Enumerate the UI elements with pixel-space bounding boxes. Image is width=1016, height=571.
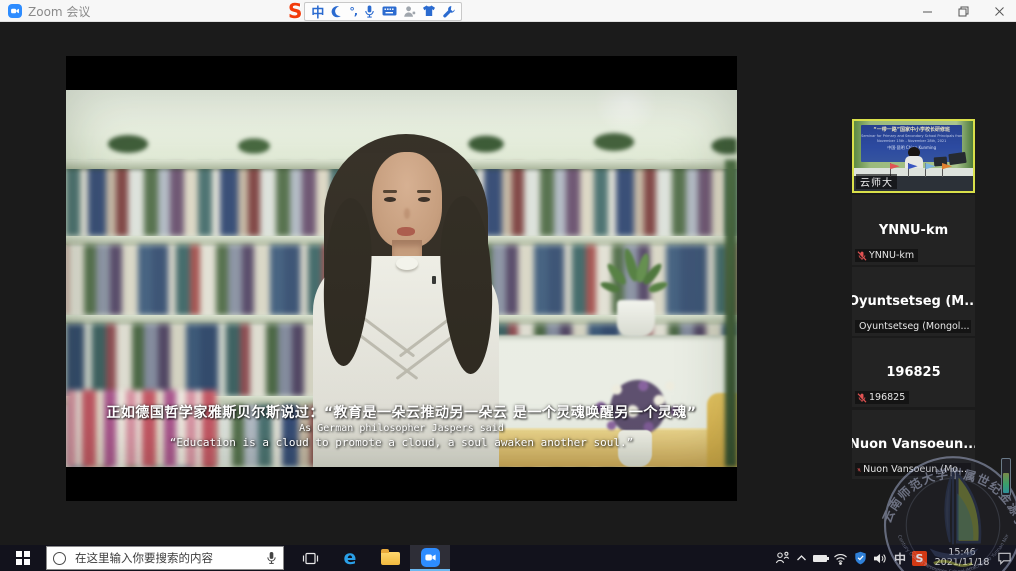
input-language-indicator[interactable]: 中: [894, 545, 906, 571]
ime-punctuation-icon[interactable]: °,: [349, 3, 357, 19]
subtitle-english-1: As German philosopher Jaspers said: [66, 423, 737, 434]
volume-icon[interactable]: [873, 545, 888, 571]
zoom-camera-icon: [421, 548, 440, 567]
participant-tile[interactable]: 196825 196825: [852, 338, 975, 407]
participants-scrollbar[interactable]: [1001, 458, 1011, 496]
folder-icon: [381, 552, 400, 565]
taskbar-clock[interactable]: 15:46 2021/11/18: [933, 548, 991, 569]
task-view-button[interactable]: [290, 545, 330, 571]
ime-skin-icon[interactable]: [422, 3, 436, 19]
participant-label: Oyuntsetseg (Mongol...: [855, 320, 971, 333]
participant-label: Nuon Vansoeun (Mo...: [855, 463, 971, 476]
shared-video-frame[interactable]: 正如德国哲学家雅斯贝尔斯说过：“教育是一朵云推动另一朵云 是一个灵魂唤醒另一个灵…: [66, 56, 737, 501]
mic-muted-icon: [857, 251, 867, 261]
edge-icon: e: [344, 549, 357, 568]
ime-toolbar: S 中 °,: [288, 1, 462, 21]
people-icon[interactable]: [775, 545, 790, 571]
mic-muted-icon: [857, 393, 867, 403]
zoom-meeting-window: Zoom 会议 S 中 °,: [0, 0, 1016, 571]
maximize-icon[interactable]: [956, 4, 970, 18]
search-mic-icon[interactable]: [266, 551, 277, 565]
hidden-icons-chevron[interactable]: [796, 545, 807, 571]
zoom-logo-icon: [8, 4, 22, 18]
video-subtitles: 正如德国哲学家雅斯贝尔斯说过：“教育是一朵云推动另一朵云 是一个灵魂唤醒另一个灵…: [66, 402, 737, 449]
search-input[interactable]: [73, 550, 259, 566]
windows-logo-icon: [16, 551, 31, 566]
file-explorer-button[interactable]: [370, 545, 410, 571]
window-title: Zoom 会议: [28, 3, 90, 20]
subtitle-english-2: “Education is a cloud to promote a cloud…: [66, 436, 737, 449]
active-speaker-tile[interactable]: “一带一路”国家中小学校长研修班 Seminar for Primary and…: [852, 119, 975, 193]
battery-icon[interactable]: [813, 545, 827, 571]
minimize-icon[interactable]: [920, 4, 934, 18]
ime-fullwidth-moon-icon[interactable]: [330, 3, 343, 19]
sogou-tray-icon[interactable]: S: [912, 545, 927, 571]
participant-tile[interactable]: Nuon Vansoeun... Nuon Vansoeun (Mo...: [852, 410, 975, 479]
taskbar-search-box[interactable]: [46, 546, 284, 570]
windows-taskbar: e: [0, 545, 1016, 571]
meeting-main-area: 正如德国哲学家雅斯贝尔斯说过：“教育是一朵云推动另一朵云 是一个灵魂唤醒另一个灵…: [0, 22, 1016, 545]
ime-tools-icon[interactable]: [442, 3, 455, 19]
participant-label: YNNU-km: [855, 249, 918, 262]
ime-account-icon[interactable]: [403, 3, 416, 19]
ime-chinese-mode-icon[interactable]: 中: [311, 3, 324, 19]
action-center-icon[interactable]: [997, 545, 1012, 571]
participant-tile[interactable]: Oyuntsetseg (M... Oyuntsetseg (Mongol...: [852, 267, 975, 336]
clock-date: 2021/11/18: [933, 558, 991, 569]
cortana-icon: [53, 552, 66, 565]
wifi-icon[interactable]: [833, 545, 848, 571]
security-shield-icon[interactable]: [854, 545, 867, 571]
start-button[interactable]: [0, 545, 46, 571]
scrollbar-thumb[interactable]: [1003, 473, 1009, 493]
zoom-app-button[interactable]: [410, 545, 450, 571]
active-speaker-label: 云师大: [856, 174, 897, 189]
edge-browser-button[interactable]: e: [330, 545, 370, 571]
participant-label: 196825: [855, 391, 909, 404]
mic-muted-icon: [857, 465, 861, 475]
window-titlebar: Zoom 会议: [0, 0, 1016, 22]
sogou-logo-icon[interactable]: S: [288, 2, 302, 20]
close-icon[interactable]: [992, 4, 1006, 18]
ime-voice-icon[interactable]: [363, 3, 376, 19]
participant-tile[interactable]: YNNU-km YNNU-km: [852, 195, 975, 265]
active-speaker-video: “一带一路”国家中小学校长研修班 Seminar for Primary and…: [854, 121, 973, 191]
subtitle-chinese: 正如德国哲学家雅斯贝尔斯说过：“教育是一朵云推动另一朵云 是一个灵魂唤醒另一个灵…: [66, 402, 737, 422]
ime-keyboard-icon[interactable]: [382, 3, 397, 19]
